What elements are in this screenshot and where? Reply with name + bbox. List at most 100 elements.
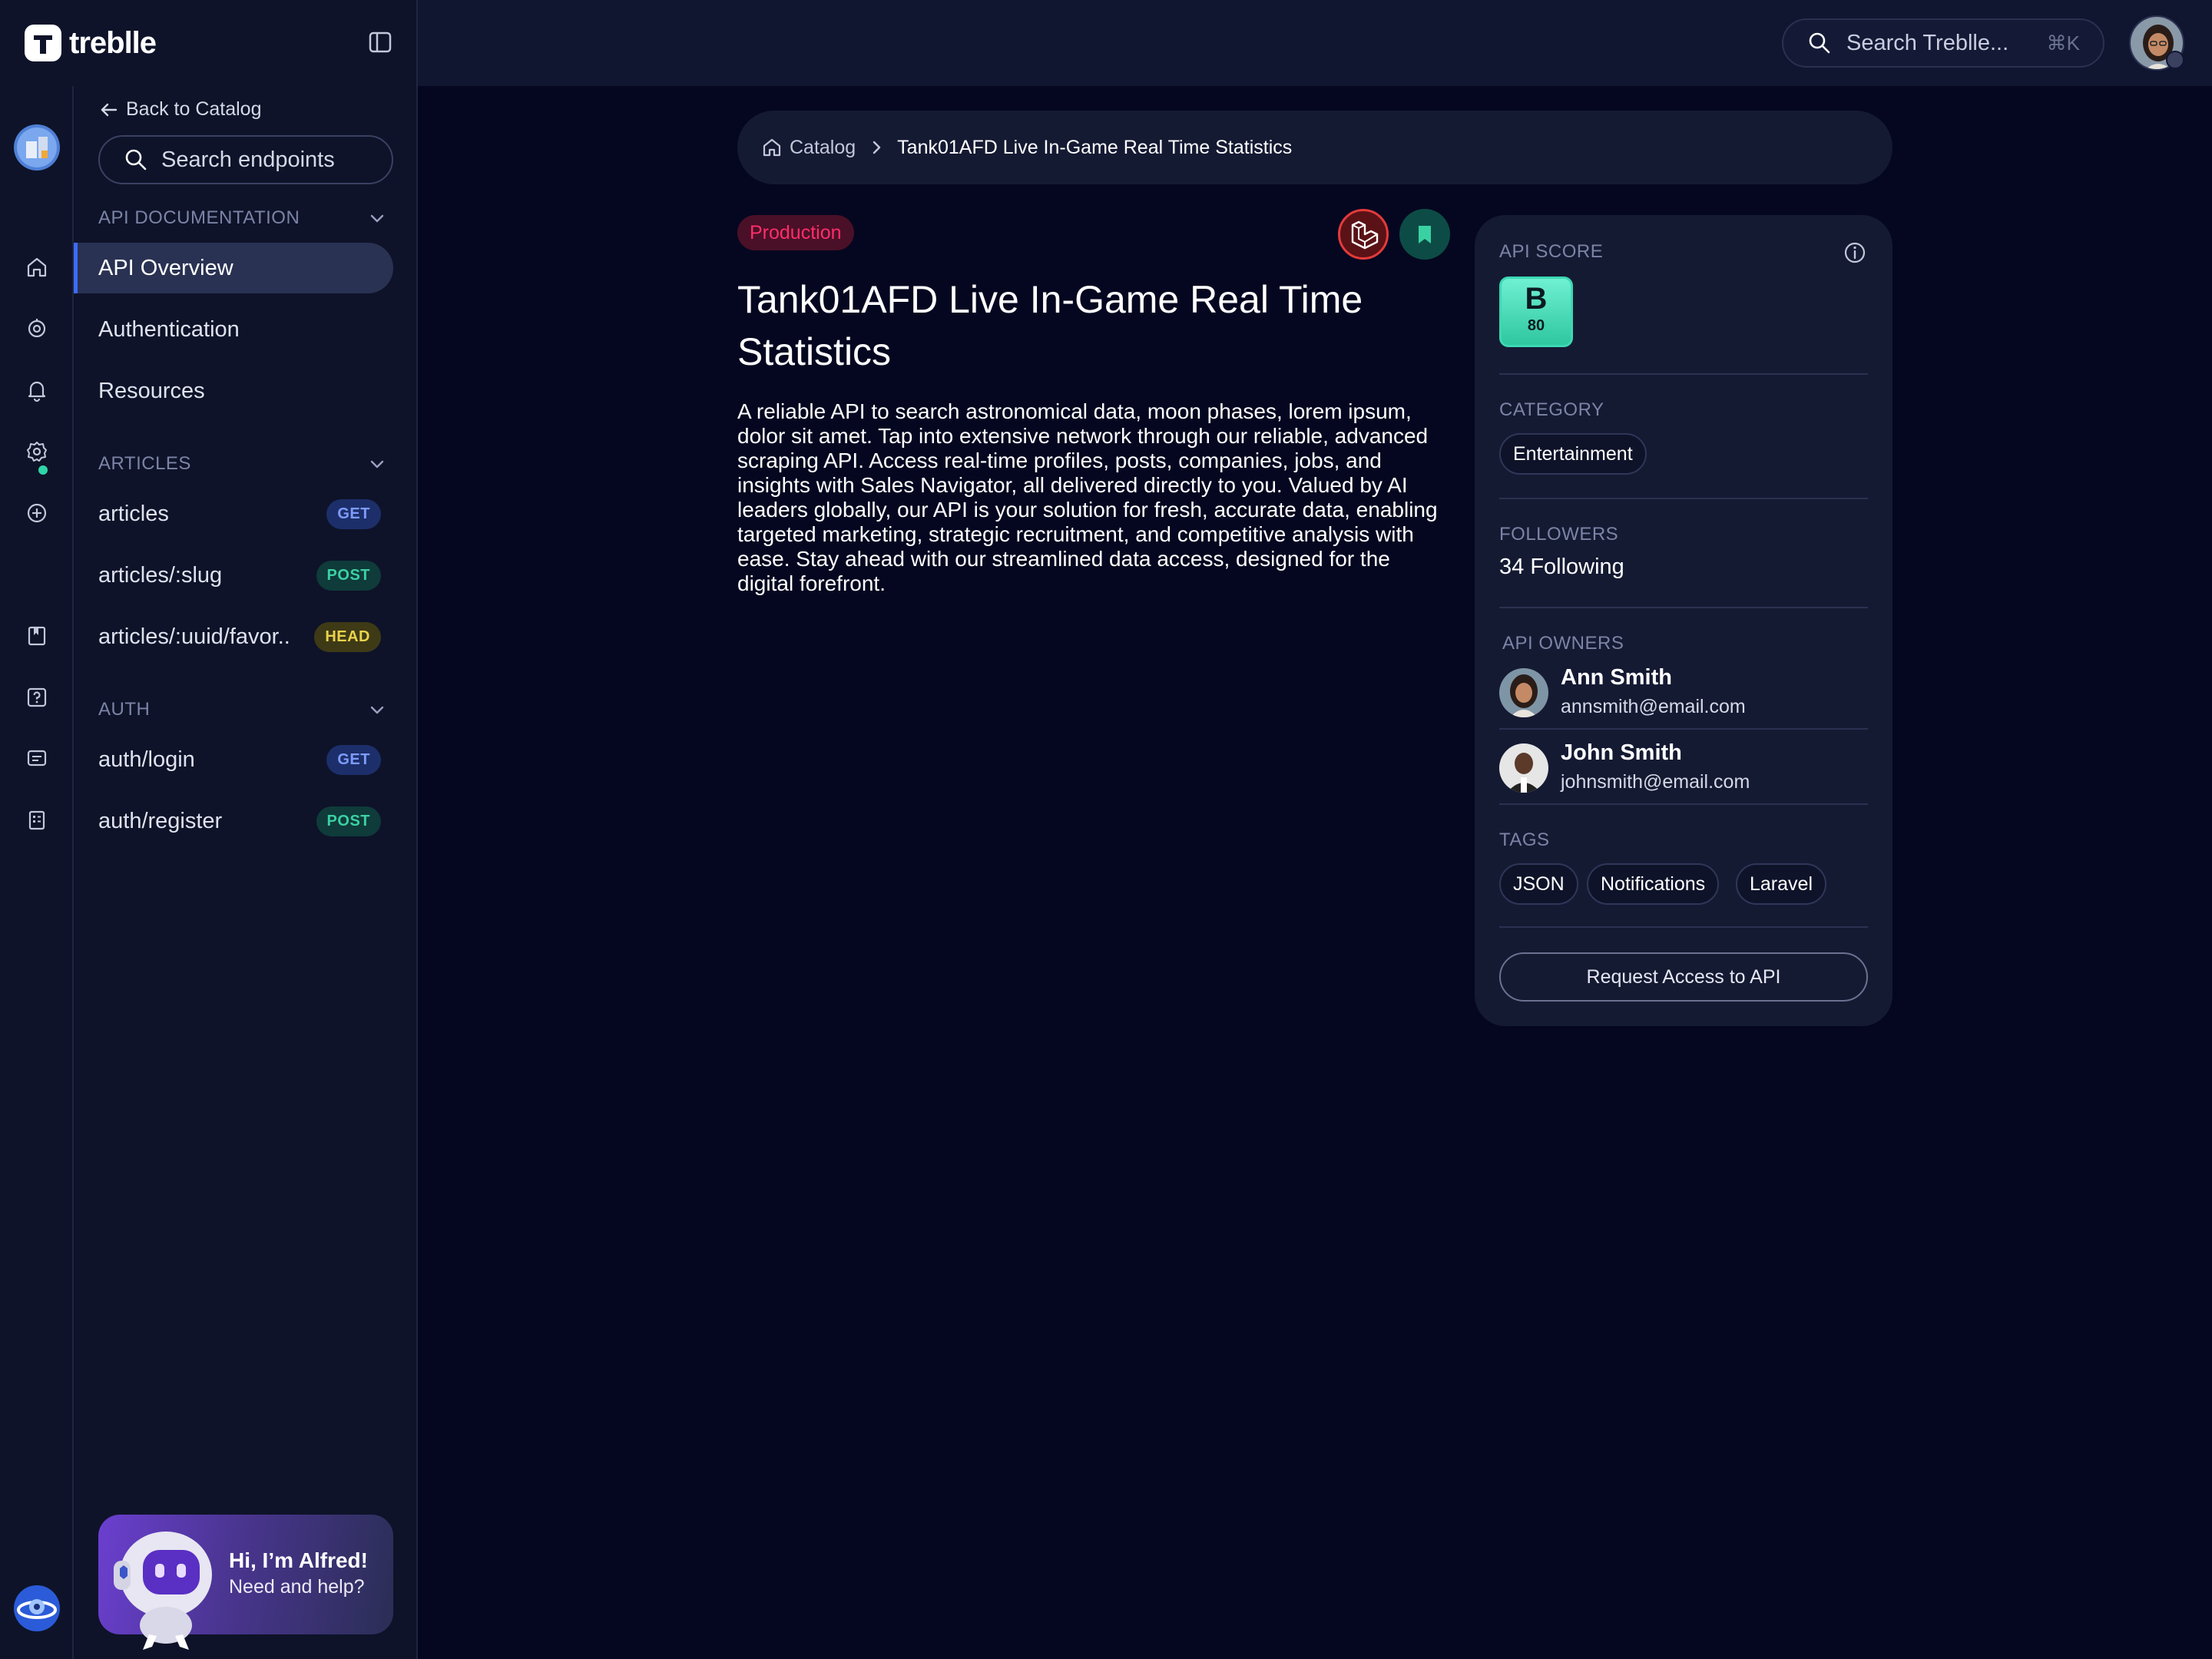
logo[interactable]: treblle (23, 23, 157, 63)
nav-item-resources[interactable]: Resources (74, 366, 393, 416)
divider (1499, 498, 1868, 499)
owner-email: johnsmith@email.com (1561, 771, 1750, 793)
method-badge-post: POST (316, 560, 381, 591)
endpoint-item-articles-slug[interactable]: articles/:slug POST (74, 550, 393, 601)
notifications-icon[interactable] (25, 378, 49, 402)
catalog-icon[interactable] (25, 624, 49, 648)
category-chip[interactable]: Entertainment (1499, 433, 1647, 475)
arrow-left-icon (101, 103, 118, 116)
owner-email: annsmith@email.com (1561, 696, 1746, 717)
help-icon[interactable] (25, 685, 49, 710)
back-to-catalog-link[interactable]: Back to Catalog (98, 98, 262, 121)
owner-ann-smith[interactable]: Ann Smith annsmith@email.com (1499, 661, 1868, 722)
environment-badge: Production (737, 215, 854, 250)
assistant-promo-card[interactable]: Hi, I’m Alfred! Need and help? (98, 1515, 393, 1650)
endpoint-path: auth/register (98, 808, 223, 833)
section-title: ARTICLES (98, 453, 191, 474)
workspace-avatar[interactable] (14, 124, 60, 171)
section-header-auth[interactable]: AUTH (98, 694, 393, 725)
monitoring-icon[interactable] (25, 316, 49, 341)
endpoint-path: auth/login (98, 747, 195, 772)
divider (1499, 728, 1868, 730)
breadcrumb-catalog-link[interactable]: Catalog (790, 137, 856, 159)
notification-dot (38, 465, 48, 475)
chevron-right-icon (873, 141, 881, 154)
api-details-card: API SCORE B 80 CATEGORY Entertainment FO… (1475, 215, 1892, 1026)
top-bar: treblle Search Treblle... ⌘K (0, 0, 2212, 86)
search-icon (125, 149, 147, 171)
section-header-articles[interactable]: ARTICLES (98, 449, 393, 479)
search-shortcut: ⌘K (2046, 31, 2080, 55)
add-icon[interactable] (25, 501, 49, 525)
tag-chip-laravel[interactable]: Laravel (1736, 863, 1826, 905)
icon-rail (0, 86, 74, 1659)
robot-assistant-icon (114, 1532, 212, 1650)
user-menu-chevron-icon[interactable] (2166, 51, 2184, 69)
docs-icon[interactable] (25, 808, 49, 833)
global-search-placeholder: Search Treblle... (1846, 30, 2009, 55)
owner-john-smith[interactable]: John Smith johnsmith@email.com (1499, 736, 1868, 797)
home-icon[interactable] (760, 136, 783, 159)
settings-icon[interactable] (25, 439, 49, 464)
header-area: Search Treblle... ⌘K (418, 0, 2212, 86)
section-title: AUTH (98, 699, 151, 720)
divider (1499, 607, 1868, 608)
endpoint-item-auth-login[interactable]: auth/login GET (74, 734, 393, 785)
method-badge-head: HEAD (314, 621, 381, 652)
endpoint-path: articles/:slug (98, 562, 223, 588)
endpoint-path: articles/:uuid/favor.. (98, 624, 290, 649)
bookmark-button[interactable] (1399, 209, 1450, 260)
assistant-launcher-icon[interactable] (12, 1584, 61, 1633)
endpoint-item-articles[interactable]: articles GET (74, 488, 393, 539)
search-icon (1809, 32, 1830, 54)
api-score-grade: B (1525, 282, 1548, 316)
section-header-api-documentation[interactable]: API DOCUMENTATION (98, 203, 393, 233)
assistant-title: Hi, I’m Alfred! (229, 1548, 368, 1572)
section-title: API DOCUMENTATION (98, 207, 300, 228)
nav-item-api-overview[interactable]: API Overview (74, 243, 393, 293)
followers-value: 34 Following (1499, 555, 1624, 579)
api-owners-label: API OWNERS (1502, 633, 1624, 654)
home-icon[interactable] (25, 255, 49, 280)
request-access-button[interactable]: Request Access to API (1499, 952, 1868, 1002)
sidebar-toggle-icon[interactable] (367, 29, 393, 55)
bookmark-icon (1419, 226, 1431, 243)
feedback-icon[interactable] (25, 747, 49, 771)
tags-label: TAGS (1499, 830, 1550, 850)
endpoint-sidebar: Back to Catalog Search endpoints API DOC… (74, 86, 418, 1659)
laravel-icon (1338, 209, 1389, 260)
chevron-down-icon (370, 706, 384, 714)
endpoint-search-placeholder: Search endpoints (161, 147, 335, 172)
endpoint-search-input[interactable]: Search endpoints (98, 135, 393, 184)
tag-chip-notifications[interactable]: Notifications (1587, 863, 1720, 905)
method-badge-get: GET (326, 498, 381, 529)
endpoint-path: articles (98, 501, 169, 526)
avatar (1499, 668, 1548, 717)
endpoint-item-auth-register[interactable]: auth/register POST (74, 796, 393, 846)
api-score-value: 80 (1527, 317, 1545, 334)
owner-avatar-image (1499, 743, 1548, 793)
tag-chip-json[interactable]: JSON (1499, 863, 1578, 905)
back-to-catalog-label: Back to Catalog (126, 98, 262, 120)
nav-item-authentication[interactable]: Authentication (74, 304, 393, 355)
api-description: A reliable API to search astronomical da… (737, 399, 1438, 595)
breadcrumb: Catalog Tank01AFD Live In-Game Real Time… (737, 111, 1892, 184)
owner-name: Ann Smith (1561, 665, 1672, 690)
divider (1499, 803, 1868, 805)
method-badge-get: GET (326, 744, 381, 775)
assistant-orb-image (14, 1585, 60, 1631)
breadcrumb-current: Tank01AFD Live In-Game Real Time Statist… (897, 136, 1293, 158)
logo-text: treblle (69, 25, 157, 60)
api-title: Tank01AFD Live In-Game Real Time Statist… (737, 278, 1363, 373)
endpoint-item-articles-uuid-favorite[interactable]: articles/:uuid/favor.. HEAD (74, 611, 393, 662)
workspace-image (14, 124, 60, 171)
info-icon[interactable] (1842, 240, 1868, 266)
owner-name: John Smith (1561, 740, 1682, 765)
divider (1499, 373, 1868, 375)
laravel-logo-icon (1351, 220, 1379, 250)
global-search[interactable]: Search Treblle... ⌘K (1782, 18, 2104, 68)
category-label: CATEGORY (1499, 399, 1604, 420)
owner-avatar-image (1499, 668, 1548, 717)
brand-area: treblle (0, 0, 418, 86)
followers-label: FOLLOWERS (1499, 524, 1619, 545)
